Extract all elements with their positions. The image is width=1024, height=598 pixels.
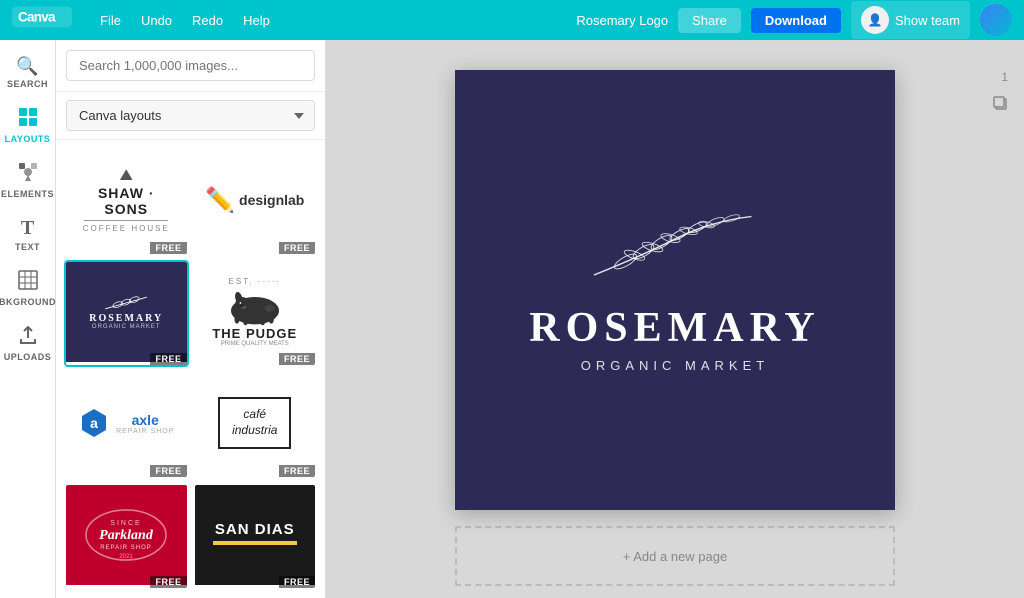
rosemary-small-sub: ORGANIC MARKET — [92, 324, 161, 330]
pencil-icon: ✏️ — [205, 186, 235, 215]
shaw-mountain-icon: ⛰ — [120, 167, 133, 185]
help-menu[interactable]: Help — [235, 9, 278, 32]
free-badge: FREE — [279, 465, 315, 477]
share-button[interactable]: Share — [678, 8, 741, 33]
free-badge: FREE — [150, 576, 186, 588]
search-label: SEARCH — [7, 79, 48, 89]
elements-icon — [18, 162, 38, 187]
shaw-sub-text: COFFEE HOUSE — [83, 224, 170, 233]
design-canvas[interactable]: ROSEMARY ORGANIC MARKET — [455, 70, 895, 510]
undo-menu[interactable]: Undo — [133, 9, 180, 32]
shaw-logo-text: SHAW · SONS — [74, 185, 179, 217]
elements-label: ELEMENTS — [1, 189, 54, 199]
pudge-pig-icon — [225, 286, 285, 326]
download-button[interactable]: Download — [751, 8, 841, 33]
bkground-label: BKGROUND — [0, 297, 56, 307]
layouts-dropdown-bar: Canva layouts My layouts Team layouts — [56, 92, 325, 140]
canva-logo: Canva — [12, 6, 72, 34]
user-avatar[interactable] — [980, 4, 1012, 36]
sidebar-panel: Canva layouts My layouts Team layouts ⛰ … — [56, 40, 326, 598]
copy-icon[interactable] — [992, 95, 1008, 114]
free-badge: FREE — [279, 242, 315, 254]
add-page-button[interactable]: + Add a new page — [455, 526, 895, 586]
show-team-button[interactable]: 👤 Show team — [851, 1, 970, 39]
sidebar-item-layouts[interactable]: LAYOUTS — [2, 99, 54, 152]
svg-text:REPAIR SHOP: REPAIR SHOP — [100, 545, 152, 551]
designlab-text: designlab — [239, 192, 304, 208]
layout-shaw[interactable]: ⛰ SHAW · SONS COFFEE HOUSE FREE — [64, 148, 189, 256]
sidebar-item-text[interactable]: T TEXT — [2, 209, 54, 260]
sidebar-item-background[interactable]: BKGROUND — [2, 262, 54, 315]
canvas-subtitle: ORGANIC MARKET — [581, 358, 769, 373]
main-body: 🔍 SEARCH LAYOUTS — [0, 40, 1024, 598]
sandias-bar — [213, 541, 297, 545]
nav-menu: File Undo Redo Help — [92, 9, 278, 32]
sidebar-item-uploads[interactable]: UPLOADS — [2, 317, 54, 370]
free-badge: FREE — [279, 576, 315, 588]
free-badge: FREE — [279, 353, 315, 365]
sidebar-item-search[interactable]: 🔍 SEARCH — [2, 48, 54, 97]
svg-text:Parkland: Parkland — [99, 528, 154, 543]
axle-name-text: axle — [116, 412, 174, 428]
sidebar-item-elements[interactable]: ELEMENTS — [2, 154, 54, 207]
team-avatar: 👤 — [861, 6, 889, 34]
layout-axle[interactable]: a axle REPAIR SHOP FREE — [64, 371, 189, 479]
rosemary-sprig-icon — [585, 208, 765, 288]
text-icon: T — [21, 217, 34, 240]
cafe-name-text: caféindustria — [232, 407, 277, 438]
layouts-grid: ⛰ SHAW · SONS COFFEE HOUSE FREE ✏️ desig… — [56, 140, 325, 598]
pudge-est: EST. ····· — [229, 277, 281, 286]
layouts-icon — [18, 107, 38, 132]
layout-sandias[interactable]: SAN DIAS FREE — [193, 483, 318, 591]
parkland-badge-icon: SINCE Parkland REPAIR SHOP 2021 — [81, 505, 171, 565]
free-badge: FREE — [150, 353, 186, 365]
svg-text:a: a — [90, 415, 98, 431]
svg-text:Canva: Canva — [18, 10, 56, 25]
sandias-name-text: SAN DIAS — [215, 521, 295, 538]
canvas-area: 1 — [326, 40, 1024, 598]
rosemary-small-title: ROSEMARY — [89, 313, 163, 324]
text-label: TEXT — [15, 242, 40, 252]
page-number: 1 — [1001, 70, 1008, 84]
search-icon: 🔍 — [16, 56, 38, 77]
free-badge: FREE — [150, 465, 186, 477]
shaw-divider — [84, 220, 168, 221]
top-navigation: Canva File Undo Redo Help Rosemary Logo … — [0, 0, 1024, 40]
layouts-label: LAYOUTS — [5, 134, 51, 144]
svg-text:SINCE: SINCE — [111, 520, 142, 527]
layout-parkland[interactable]: SINCE Parkland REPAIR SHOP 2021 FREE — [64, 483, 189, 591]
free-badge: FREE — [150, 242, 186, 254]
search-input[interactable] — [66, 50, 315, 81]
canvas-title: ROSEMARY — [529, 304, 821, 352]
canvas-wrapper: ROSEMARY ORGANIC MARKET + Add a new page — [455, 70, 895, 586]
file-menu[interactable]: File — [92, 9, 129, 32]
nav-right: Rosemary Logo Share Download 👤 Show team — [576, 1, 1012, 39]
pudge-name-text: THE PUDGE — [212, 326, 297, 341]
uploads-label: UPLOADS — [4, 352, 52, 362]
background-icon — [18, 270, 38, 295]
layout-cafe[interactable]: caféindustria FREE — [193, 371, 318, 479]
axle-hex-icon: a — [78, 407, 110, 439]
layout-designlab[interactable]: ✏️ designlab FREE — [193, 148, 318, 256]
layout-rosemary[interactable]: ROSEMARY ORGANIC MARKET FREE — [64, 260, 189, 368]
document-title: Rosemary Logo — [576, 13, 668, 28]
cafe-border-box: caféindustria — [218, 397, 291, 448]
layouts-dropdown[interactable]: Canva layouts My layouts Team layouts — [66, 100, 315, 131]
pudge-sub-text: PRIME QUALITY MEATS — [221, 341, 289, 347]
uploads-icon — [18, 325, 38, 350]
sidebar-search-area — [56, 40, 325, 92]
rosemary-sprig-small-icon — [101, 293, 151, 313]
layout-pudge[interactable]: EST. ····· THE PUDGE — [193, 260, 318, 368]
axle-sub-text: REPAIR SHOP — [116, 428, 174, 435]
sidebar-icons: 🔍 SEARCH LAYOUTS — [0, 40, 56, 598]
svg-text:2021: 2021 — [120, 554, 134, 560]
redo-menu[interactable]: Redo — [184, 9, 231, 32]
